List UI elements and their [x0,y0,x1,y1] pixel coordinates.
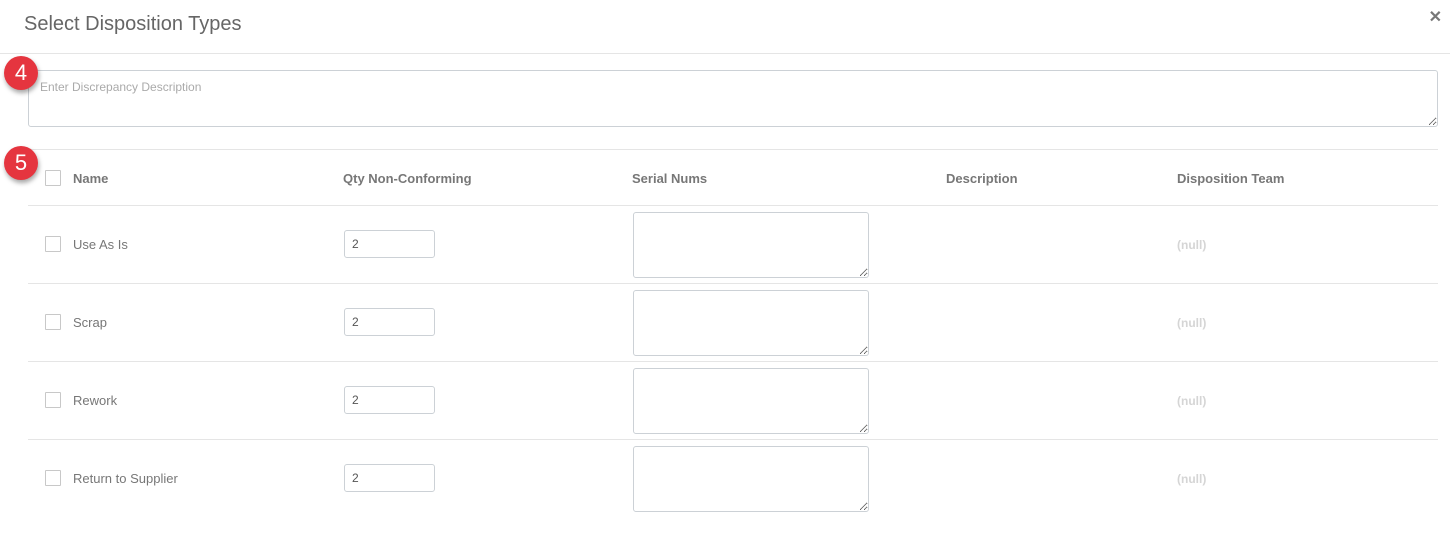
row-checkbox[interactable] [45,470,61,486]
close-icon: ✕ [1428,9,1442,26]
select-all-checkbox[interactable] [45,170,61,186]
column-header-description: Description [946,171,1018,186]
table-row: Return to Supplier (null) [28,440,1438,518]
discrepancy-description-wrapper [28,70,1438,127]
disposition-name: Return to Supplier [73,471,178,486]
table-row: Rework (null) [28,362,1438,440]
annotation-badge-5: 5 [4,146,38,180]
discrepancy-description-input[interactable] [28,70,1438,127]
qty-non-conforming-input[interactable] [344,464,435,492]
close-button[interactable]: ✕ [1429,10,1442,26]
row-checkbox[interactable] [45,314,61,330]
serial-nums-input[interactable] [633,446,869,512]
table-row: Scrap (null) [28,284,1438,362]
column-header-disposition-team: Disposition Team [1177,171,1285,186]
serial-nums-input[interactable] [633,368,869,434]
disposition-team: (null) [1177,316,1207,330]
row-checkbox[interactable] [45,236,61,252]
qty-non-conforming-input[interactable] [344,386,435,414]
disposition-name: Scrap [73,315,107,330]
dialog-header: Select Disposition Types ✕ [0,0,1450,54]
disposition-team: (null) [1177,238,1207,252]
annotation-badge-4: 4 [4,56,38,90]
table-header: Name Qty Non-Conforming Serial Nums Desc… [28,149,1438,206]
disposition-name: Use As Is [73,237,128,252]
disposition-team: (null) [1177,472,1207,486]
table-row: Use As Is (null) [28,206,1438,284]
row-checkbox[interactable] [45,392,61,408]
column-header-qty: Qty Non-Conforming [343,171,472,186]
serial-nums-input[interactable] [633,290,869,356]
disposition-name: Rework [73,393,118,408]
dialog-title: Select Disposition Types [24,13,242,35]
qty-non-conforming-input[interactable] [344,230,435,258]
column-header-name: Name [73,171,109,186]
disposition-team: (null) [1177,394,1207,408]
column-header-serial-nums: Serial Nums [632,171,708,186]
serial-nums-input[interactable] [633,212,869,278]
qty-non-conforming-input[interactable] [344,308,435,336]
disposition-types-table: Name Qty Non-Conforming Serial Nums Desc… [28,149,1438,518]
